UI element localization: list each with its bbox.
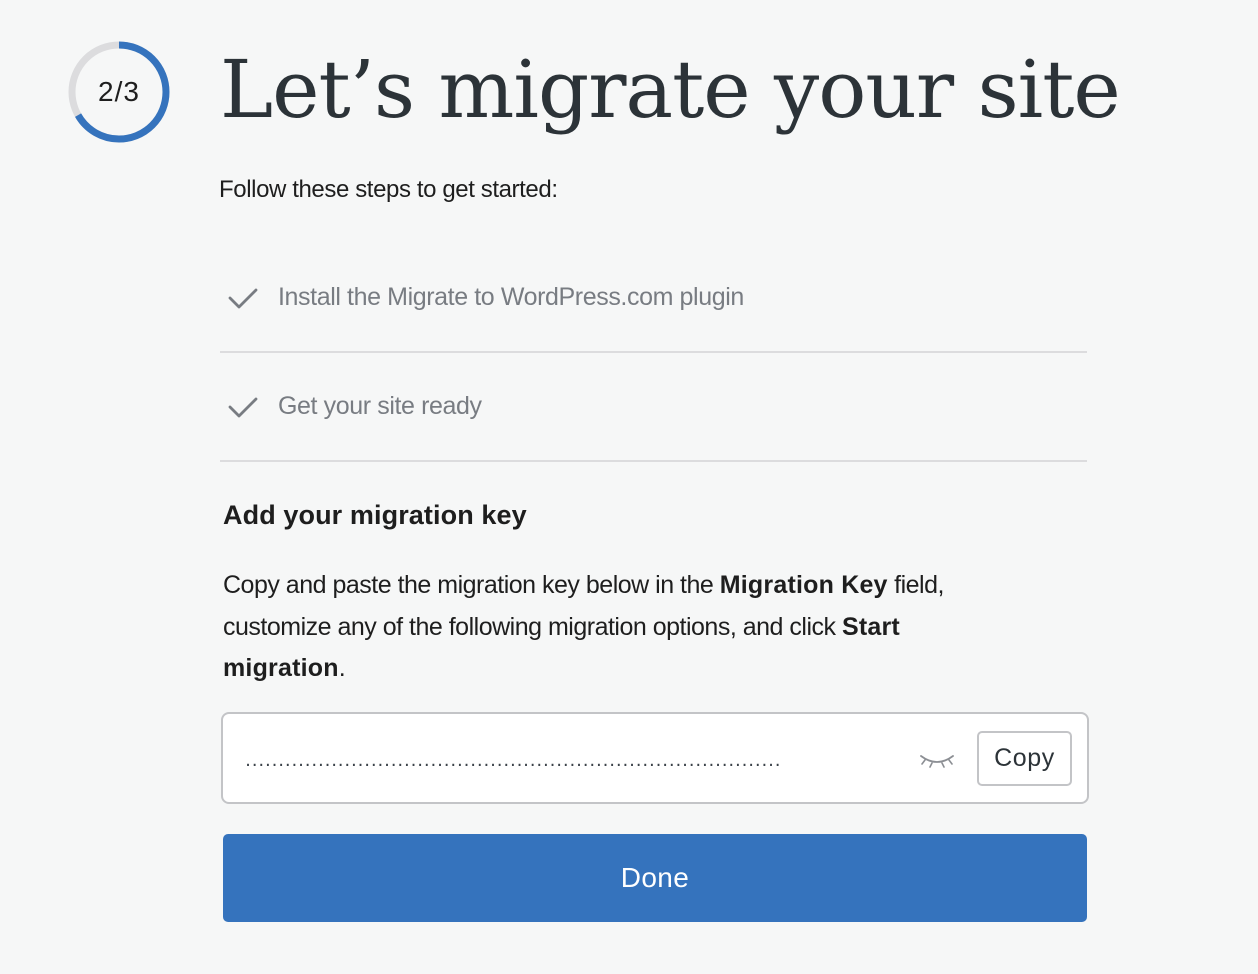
- page-subtitle: Follow these steps to get started:: [219, 176, 558, 203]
- done-button[interactable]: Done: [223, 834, 1087, 922]
- migration-key-field[interactable]: ․․․․․․․․․․․․․․․․․․․․․․․․․․․․․․․․․․․․․․․․…: [221, 712, 1089, 804]
- step-label: Install the Migrate to WordPress.com plu…: [278, 283, 744, 311]
- steps-list: Install the Migrate to WordPress.com plu…: [220, 244, 1087, 462]
- instructions-text: .: [338, 654, 346, 682]
- check-icon: [226, 281, 260, 315]
- migration-key-masked-value[interactable]: ․․․․․․․․․․․․․․․․․․․․․․․․․․․․․․․․․․․․․․․․…: [245, 740, 895, 780]
- step-install-plugin: Install the Migrate to WordPress.com plu…: [220, 244, 1087, 353]
- progress-step-count: 2/3: [98, 76, 140, 107]
- migration-key-instructions: Copy and paste the migration key below i…: [223, 565, 983, 690]
- migration-key-term: Migration Key: [719, 571, 888, 599]
- copy-button[interactable]: Copy: [977, 731, 1072, 786]
- step-label: Get your site ready: [278, 392, 482, 420]
- eye-closed-icon[interactable]: [917, 748, 957, 772]
- instructions-text: Copy and paste the migration key below i…: [223, 571, 720, 599]
- page-title: Let’s migrate your site: [220, 43, 1121, 136]
- migration-key-heading: Add your migration key: [223, 500, 527, 530]
- check-icon: [226, 390, 260, 424]
- progress-indicator: 2/3: [66, 39, 172, 145]
- step-site-ready: Get your site ready: [220, 353, 1087, 462]
